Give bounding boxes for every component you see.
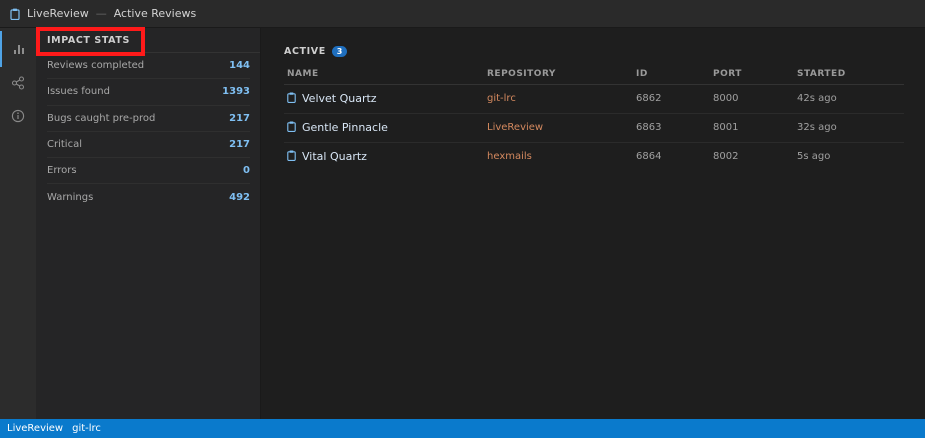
id-cell: 6864 <box>636 151 662 163</box>
table-row[interactable]: Gentle Pinnacle LiveReview 6863 8001 32s… <box>284 113 904 143</box>
info-icon <box>11 109 25 123</box>
clipboard-icon <box>10 8 20 20</box>
stat-value: 217 <box>229 139 250 151</box>
started-cell: 5s ago <box>797 151 831 163</box>
stat-row-issues-found: Issues found 1393 <box>47 79 250 106</box>
title-separator: — <box>95 7 107 20</box>
clipboard-icon <box>287 121 296 132</box>
active-section-header: ACTIVE 3 <box>284 46 348 57</box>
active-reviews-panel: ACTIVE 3 NAME REPOSITORY ID PORT STARTED… <box>262 28 925 419</box>
stat-label: Warnings <box>47 192 94 204</box>
port-cell: 8002 <box>713 151 739 163</box>
reviews-table: NAME REPOSITORY ID PORT STARTED Velvet Q… <box>284 64 904 171</box>
active-count-badge: 3 <box>331 46 348 57</box>
column-header-started[interactable]: STARTED <box>794 64 904 85</box>
stat-row-critical: Critical 217 <box>47 132 250 159</box>
table-header-row: NAME REPOSITORY ID PORT STARTED <box>284 64 904 85</box>
stat-row-errors: Errors 0 <box>47 158 250 185</box>
stat-value: 144 <box>229 60 250 72</box>
id-cell: 6863 <box>633 113 710 143</box>
title-bar: LiveReview — Active Reviews <box>0 0 925 28</box>
column-header-port[interactable]: PORT <box>710 64 794 85</box>
status-item-app[interactable]: LiveReview <box>7 423 63 434</box>
repo-cell[interactable]: git-lrc <box>484 84 633 114</box>
column-header-name[interactable]: NAME <box>284 64 484 85</box>
stat-value: 0 <box>243 165 250 177</box>
clipboard-icon <box>287 92 296 103</box>
port-cell: 8001 <box>710 113 794 143</box>
status-bar: LiveReview git-lrc <box>0 419 925 438</box>
stat-label: Errors <box>47 165 77 177</box>
stat-row-bugs-caught: Bugs caught pre-prod 217 <box>47 106 250 132</box>
stat-row-warnings: Warnings 492 <box>47 184 250 210</box>
repo-cell[interactable]: LiveReview <box>484 113 633 143</box>
activity-info[interactable] <box>0 98 36 134</box>
bar-chart-icon <box>14 45 24 54</box>
review-name-cell[interactable]: Gentle Pinnacle <box>284 113 484 143</box>
table-row[interactable]: Velvet Quartz git-lrc 6862 8000 42s ago <box>284 84 904 114</box>
stat-label: Issues found <box>47 86 110 98</box>
stat-value: 492 <box>229 192 250 204</box>
clipboard-icon <box>287 150 296 162</box>
status-item-repo[interactable]: git-lrc <box>72 423 101 434</box>
port-cell: 8000 <box>710 84 794 114</box>
column-header-repository[interactable]: REPOSITORY <box>484 64 633 85</box>
started-cell: 42s ago <box>794 84 904 114</box>
id-cell: 6862 <box>633 84 710 114</box>
activity-share[interactable] <box>0 65 36 101</box>
impact-stats-panel: IMPACT STATS Reviews completed 144 Issue… <box>36 28 261 419</box>
review-name: Vital Quartz <box>302 150 367 164</box>
review-name-cell[interactable]: Vital Quartz <box>284 142 484 171</box>
sidebar-header: IMPACT STATS <box>36 28 260 53</box>
stat-label: Bugs caught pre-prod <box>47 112 156 124</box>
stat-row-reviews-completed: Reviews completed 144 <box>47 53 250 80</box>
started-cell: 32s ago <box>794 113 904 143</box>
sidebar-title: IMPACT STATS <box>47 34 130 46</box>
page-title: Active Reviews <box>113 7 197 20</box>
repo-cell[interactable]: hexmails <box>484 142 633 171</box>
stats-list: Reviews completed 144 Issues found 1393 … <box>36 53 260 211</box>
column-header-id[interactable]: ID <box>633 64 710 85</box>
review-name: Gentle Pinnacle <box>302 121 388 134</box>
share-icon <box>11 76 25 90</box>
activity-bar <box>0 28 36 419</box>
stat-label: Reviews completed <box>47 60 145 72</box>
review-name: Velvet Quartz <box>302 92 377 105</box>
stat-value: 1393 <box>222 86 250 98</box>
stat-label: Critical <box>47 139 82 151</box>
active-label: ACTIVE <box>284 46 326 57</box>
review-name-cell[interactable]: Velvet Quartz <box>284 84 484 114</box>
table-row[interactable]: Vital Quartz hexmails 6864 8002 5s ago <box>284 142 904 171</box>
app-title: LiveReview <box>27 7 89 20</box>
stat-value: 217 <box>229 112 250 124</box>
activity-stats[interactable] <box>0 31 36 67</box>
